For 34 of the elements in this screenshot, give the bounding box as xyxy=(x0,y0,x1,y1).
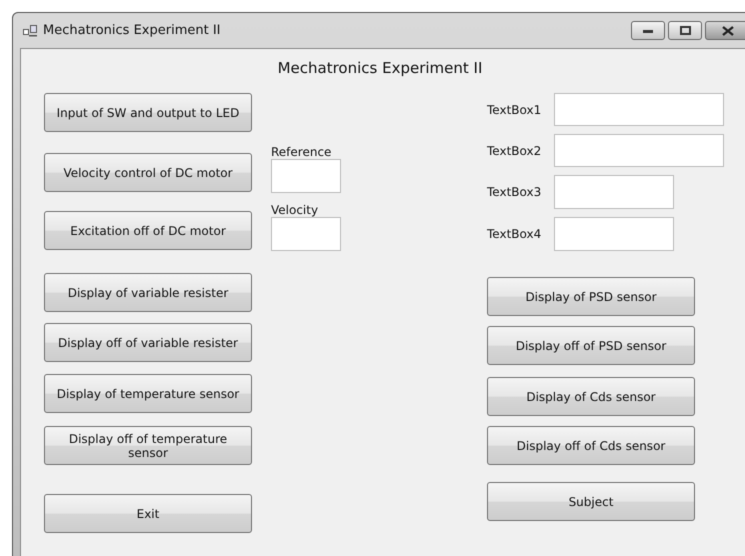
maximize-icon xyxy=(680,26,690,35)
action-button[interactable]: Display of temperature sensor xyxy=(44,374,252,413)
action-button[interactable]: Input of SW and output to LED xyxy=(44,93,252,132)
action-button[interactable]: Display off of variable resister xyxy=(44,323,252,362)
field-label: TextBox1 xyxy=(487,102,542,116)
input-field[interactable] xyxy=(554,134,724,167)
action-button[interactable]: Subject xyxy=(487,482,695,521)
action-button[interactable]: Display off of PSD sensor xyxy=(487,326,695,365)
input-field[interactable] xyxy=(554,175,674,209)
input-field[interactable] xyxy=(554,93,724,126)
field-label: Reference xyxy=(271,145,332,159)
input-field[interactable] xyxy=(554,217,674,251)
minimize-button[interactable] xyxy=(631,21,665,40)
field-label: TextBox2 xyxy=(487,144,542,158)
minimize-icon xyxy=(643,28,653,32)
action-button[interactable]: Display off of Cds sensor xyxy=(487,426,695,465)
action-button[interactable]: Excitation off of DC motor xyxy=(44,211,252,250)
close-icon xyxy=(722,26,734,36)
field-label: TextBox4 xyxy=(487,227,542,241)
app-icon xyxy=(23,24,37,36)
action-button[interactable]: Display of Cds sensor xyxy=(487,377,695,416)
field-label: Velocity xyxy=(271,203,320,217)
action-button[interactable]: Velocity control of DC motor xyxy=(44,153,252,192)
action-button[interactable]: Display of variable resister xyxy=(44,273,252,312)
action-button[interactable]: Display off of temperature sensor xyxy=(44,426,252,465)
input-field[interactable] xyxy=(271,159,341,193)
window-title: Mechatronics Experiment II xyxy=(43,23,222,38)
field-label: TextBox3 xyxy=(487,185,542,199)
form-heading: Mechatronics Experiment II xyxy=(278,59,482,77)
maximize-button[interactable] xyxy=(668,21,702,40)
action-button[interactable]: Exit xyxy=(44,494,252,533)
close-button[interactable] xyxy=(705,21,745,40)
input-field[interactable] xyxy=(271,217,341,251)
action-button[interactable]: Display of PSD sensor xyxy=(487,277,695,316)
